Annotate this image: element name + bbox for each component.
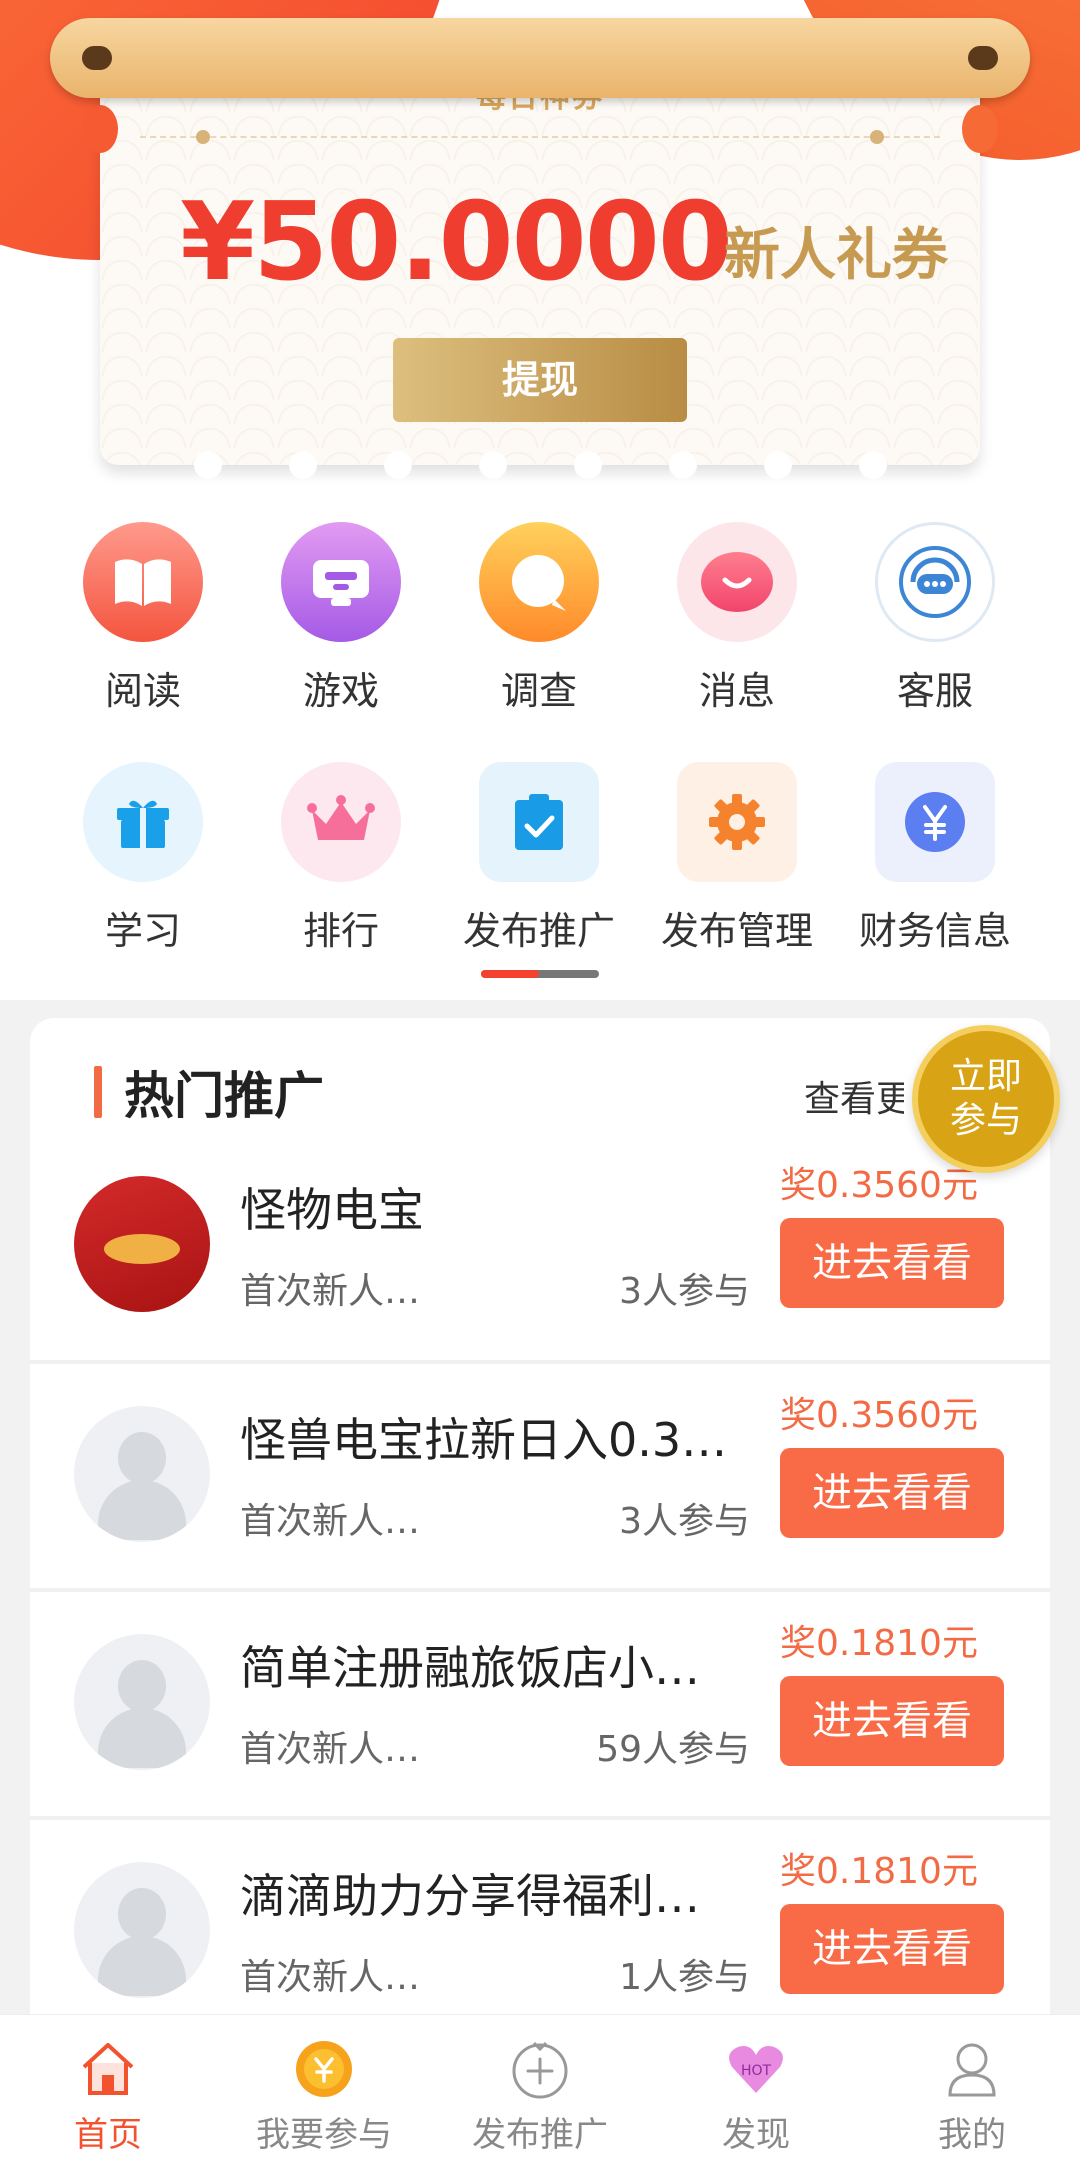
participant-count: 59人参与 [596, 1729, 750, 1770]
avatar-placeholder [74, 1406, 210, 1542]
join-now-line1: 立即 [949, 1056, 1022, 1097]
customer-service-icon [875, 522, 995, 642]
reward-amount: 奖0.3560元 [780, 1395, 978, 1436]
join-now-line2: 参与 [949, 1100, 1022, 1141]
survey-icon [479, 522, 599, 642]
bottom-tab-bar: 首页 我要参与 发布推广 HOT 发现 我的 [0, 2014, 1080, 2184]
tab-publish[interactable]: 发布推广 [432, 2015, 648, 2184]
join-now-floating-button[interactable]: 立即 参与 [912, 1025, 1060, 1173]
coupon-amount: ¥50.0000 [180, 180, 733, 305]
coupon-banner: 每日神券 ¥50.0000 新人礼券 提现 [0, 0, 1080, 500]
title-accent-bar [94, 1066, 102, 1118]
list-item[interactable]: 怪物电宝 首次新人… 3人参与 奖0.3560元 进去看看 [30, 1134, 1050, 1360]
grid-item-study[interactable]: 学习 [44, 762, 242, 955]
promotion-title: 滴滴助力分享得福利… [240, 1869, 700, 1923]
add-circle-icon [508, 2037, 572, 2101]
publish-icon [479, 762, 599, 882]
grid-item-customer-service[interactable]: 客服 [836, 522, 1034, 715]
promotion-title: 怪物电宝 [240, 1183, 424, 1237]
grid-item-survey[interactable]: 调查 [440, 522, 638, 715]
user-icon [940, 2037, 1004, 2101]
grid-item-finance[interactable]: 财务信息 [836, 762, 1034, 955]
promotion-subtitle: 首次新人… [240, 1957, 421, 1998]
participant-count: 3人参与 [619, 1271, 750, 1312]
grid-label: 排行 [302, 909, 379, 953]
promotion-title: 简单注册融旅饭店小… [240, 1641, 700, 1695]
grid-label: 阅读 [104, 669, 181, 713]
participant-count: 3人参与 [619, 1501, 750, 1542]
grid-label: 学习 [104, 909, 181, 953]
grid-item-rank[interactable]: 排行 [242, 762, 440, 955]
tab-participate[interactable]: 我要参与 [216, 2015, 432, 2184]
enter-button[interactable]: 进去看看 [780, 1448, 1004, 1538]
tab-label: 我要参与 [256, 2115, 392, 2155]
grid-label: 客服 [896, 669, 973, 713]
divider-dot [870, 130, 884, 144]
grid-label: 调查 [500, 669, 577, 713]
avatar-placeholder [74, 1862, 210, 1998]
home-icon [76, 2037, 140, 2101]
grid-item-publish[interactable]: 发布推广 [440, 762, 638, 955]
withdraw-button[interactable]: 提现 [393, 338, 687, 422]
book-icon [83, 522, 203, 642]
promotion-subtitle: 首次新人… [240, 1271, 421, 1312]
page-indicator [481, 970, 599, 978]
promotion-subtitle: 首次新人… [240, 1729, 421, 1770]
avatar-placeholder [74, 1634, 210, 1770]
tab-home[interactable]: 首页 [0, 2015, 216, 2184]
list-item[interactable]: 简单注册融旅饭店小… 首次新人… 59人参与 奖0.1810元 进去看看 [30, 1588, 1050, 1814]
hot-heart-icon: HOT [724, 2037, 788, 2101]
tab-label: 我的 [938, 2115, 1006, 2155]
list-item[interactable]: 怪兽电宝拉新日入0.3… 首次新人… 3人参与 奖0.3560元 进去看看 [30, 1360, 1050, 1586]
list-item[interactable]: 滴滴助力分享得福利… 首次新人… 1人参与 奖0.1810元 进去看看 [30, 1816, 1050, 2016]
grid-item-game[interactable]: 游戏 [242, 522, 440, 715]
grid-item-manage[interactable]: 发布管理 [638, 762, 836, 955]
promotion-title: 怪兽电宝拉新日入0.3… [240, 1413, 728, 1467]
scroll-roller [50, 18, 1030, 98]
section-title: 热门推广 [124, 1067, 324, 1125]
grid-item-message[interactable]: 消息 [638, 522, 836, 715]
see-more-link[interactable]: 查看更多 [804, 1070, 904, 1122]
tab-label: 发布推广 [472, 2115, 608, 2155]
feature-grid: 阅读 游戏 调查 消息 客服 学习 排行 发布推广 发布管理 财务信息 [0, 500, 1080, 1000]
participant-count: 1人参与 [619, 1957, 750, 1998]
tab-mine[interactable]: 我的 [864, 2015, 1080, 2184]
ticket-perforation [100, 451, 980, 479]
promotion-thumbnail [74, 1176, 210, 1312]
grid-item-read[interactable]: 阅读 [44, 522, 242, 715]
grid-label: 发布管理 [660, 909, 813, 953]
coupon-tag: 新人礼券 [724, 223, 948, 288]
gift-icon [83, 762, 203, 882]
coin-icon [292, 2037, 356, 2101]
enter-button[interactable]: 进去看看 [780, 1218, 1004, 1308]
yen-icon [875, 762, 995, 882]
message-icon [677, 522, 797, 642]
grid-label: 消息 [698, 669, 775, 713]
game-icon [281, 522, 401, 642]
dashed-divider [140, 136, 940, 138]
crown-icon [281, 762, 401, 882]
coupon-ticket: 每日神券 ¥50.0000 新人礼券 提现 [82, 40, 998, 479]
reward-amount: 奖0.1810元 [780, 1851, 978, 1892]
enter-button[interactable]: 进去看看 [780, 1676, 1004, 1766]
grid-label: 财务信息 [858, 909, 1011, 953]
tab-discover[interactable]: HOT 发现 [648, 2015, 864, 2184]
promotion-subtitle: 首次新人… [240, 1501, 421, 1542]
enter-button[interactable]: 进去看看 [780, 1904, 1004, 1994]
tab-label: 发现 [722, 2115, 790, 2155]
divider-dot [196, 130, 210, 144]
tab-label: 首页 [74, 2115, 142, 2155]
grid-label: 发布推广 [462, 909, 615, 953]
svg-text:HOT: HOT [741, 2063, 772, 2079]
grid-label: 游戏 [302, 669, 379, 713]
reward-amount: 奖0.3560元 [780, 1165, 978, 1206]
gear-icon [677, 762, 797, 882]
reward-amount: 奖0.1810元 [780, 1623, 978, 1664]
